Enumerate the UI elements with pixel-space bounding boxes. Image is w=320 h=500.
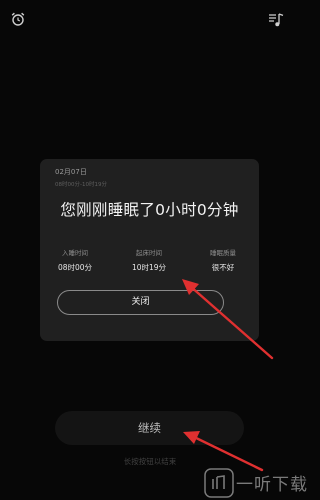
close-button[interactable]: 关闭 [57,290,224,315]
stat-sleep-quality: 睡眠质量 很不好 [196,247,250,273]
dialog-time-range: 08时00分-10时19分 [55,182,107,188]
watermark-text: 一听下载 [236,475,308,495]
music-note-list-icon[interactable] [268,12,284,28]
dialog-date: 02月07日 [55,168,87,176]
stat-value: 08时00分 [57,263,93,272]
sleep-result-dialog: 02月07日 08时00分-10时19分 您刚刚睡眠了0小时0分钟 入睡时间 0… [40,159,259,341]
stat-label: 起床时间 [136,249,162,257]
watermark: 一听下载 [204,466,307,500]
stat-label: 睡眠质量 [210,249,236,257]
stat-wake-time: 起床时间 10时19分 [122,247,176,273]
stat-value: 10时19分 [131,263,167,272]
watermark-logo-icon [204,468,234,498]
dialog-title: 您刚刚睡眠了0小时0分钟 [60,201,239,219]
stat-value: 很不好 [211,263,235,272]
stat-label: 入睡时间 [62,249,88,257]
continue-button[interactable]: 继续 [55,411,244,445]
alarm-clock-icon[interactable] [10,11,26,27]
stat-sleep-time: 入睡时间 08时00分 [48,247,102,273]
